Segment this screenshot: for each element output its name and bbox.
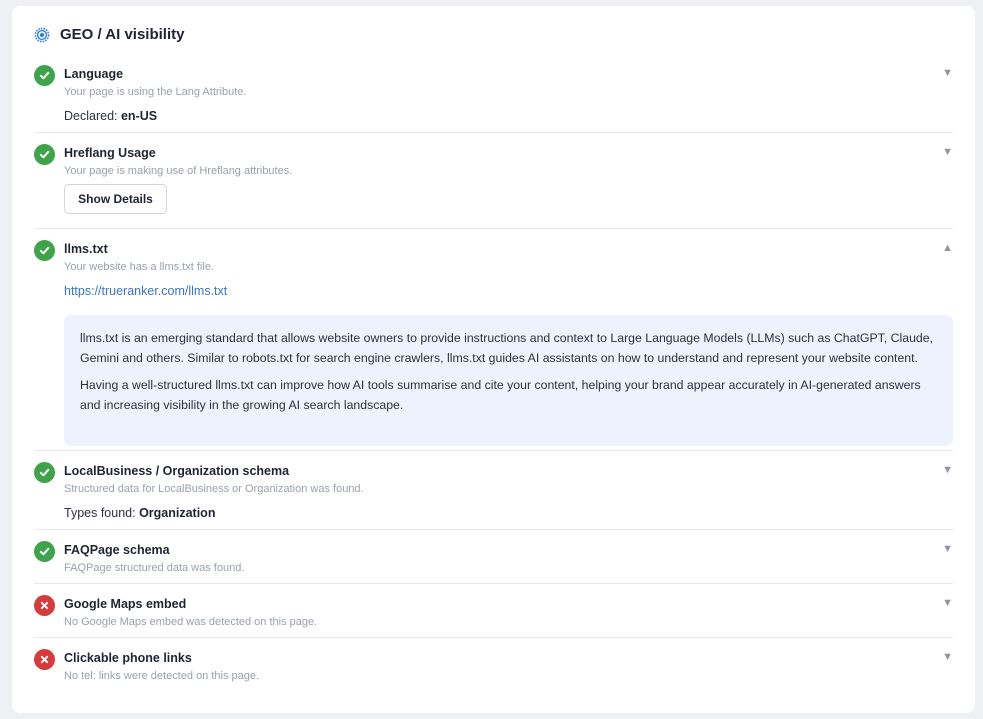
check-pass-icon: [34, 240, 55, 261]
check-fail-icon: [34, 595, 55, 616]
chevron-down-icon[interactable]: ▼: [942, 597, 953, 609]
item-title: llms.txt: [64, 242, 108, 256]
declared-value: en-US: [120, 109, 158, 123]
check-item-clickable-phone-links[interactable]: Clickable phone links No tel: links were…: [34, 649, 953, 692]
section-header: GEO / AI visibility: [34, 26, 184, 43]
show-details-button[interactable]: Show Details: [64, 184, 167, 214]
llms-info-box: llms.txt is an emerging standard that al…: [64, 315, 953, 446]
chevron-down-icon[interactable]: ▼: [942, 543, 953, 555]
info-paragraph: Having a well-structured llms.txt can im…: [80, 378, 921, 412]
llms-txt-link[interactable]: https://trueranker.com/llms.txt: [64, 284, 227, 298]
declared-label: Declared:: [64, 109, 121, 123]
chevron-down-icon[interactable]: ▼: [942, 464, 953, 476]
check-item-google-maps-embed[interactable]: Google Maps embed No Google Maps embed w…: [34, 595, 953, 638]
item-title: Google Maps embed: [64, 597, 187, 611]
item-title: FAQPage schema: [64, 543, 170, 557]
chevron-up-icon[interactable]: ▲: [942, 242, 953, 254]
types-found-value: Organization: [139, 506, 216, 520]
item-description: No tel: links were detected on this page…: [64, 670, 260, 682]
chevron-down-icon[interactable]: ▼: [942, 651, 953, 663]
check-item-faqpage-schema[interactable]: FAQPage schema FAQPage structured data w…: [34, 541, 953, 584]
item-description: Structured data for LocalBusiness or Org…: [64, 483, 364, 495]
declared-language: Declared: en-US: [64, 109, 157, 123]
item-description: Your page is using the Lang Attribute.: [64, 86, 247, 98]
item-title: Clickable phone links: [64, 651, 192, 665]
item-description: No Google Maps embed was detected on thi…: [64, 616, 318, 628]
section-title: GEO / AI visibility: [60, 26, 185, 43]
item-description: Your page is making use of Hreflang attr…: [64, 165, 293, 177]
item-title: Language: [64, 67, 124, 81]
check-pass-icon: [34, 65, 55, 86]
chevron-down-icon[interactable]: ▼: [942, 67, 953, 79]
check-item-organization-schema[interactable]: LocalBusiness / Organization schema Stru…: [34, 462, 953, 530]
item-title: LocalBusiness / Organization schema: [64, 464, 290, 478]
check-item-language[interactable]: Language Your page is using the Lang Att…: [34, 65, 953, 133]
check-fail-icon: [34, 649, 55, 670]
check-item-llms-txt[interactable]: llms.txt Your website has a llms.txt fil…: [34, 240, 953, 451]
check-pass-icon: [34, 462, 55, 483]
check-pass-icon: [34, 144, 55, 165]
chip-icon: [34, 27, 50, 43]
types-found: Types found: Organization: [64, 506, 215, 520]
info-paragraph: llms.txt is an emerging standard that al…: [80, 331, 934, 365]
check-item-hreflang[interactable]: Hreflang Usage Your page is making use o…: [34, 144, 953, 229]
geo-ai-visibility-card: GEO / AI visibility Language Your page i…: [12, 6, 975, 713]
chevron-down-icon[interactable]: ▼: [942, 146, 953, 158]
item-description: Your website has a llms.txt file.: [64, 261, 214, 273]
types-found-label: Types found:: [64, 506, 140, 520]
check-pass-icon: [34, 541, 55, 562]
item-title: Hreflang Usage: [64, 146, 156, 160]
item-description: FAQPage structured data was found.: [64, 562, 245, 574]
